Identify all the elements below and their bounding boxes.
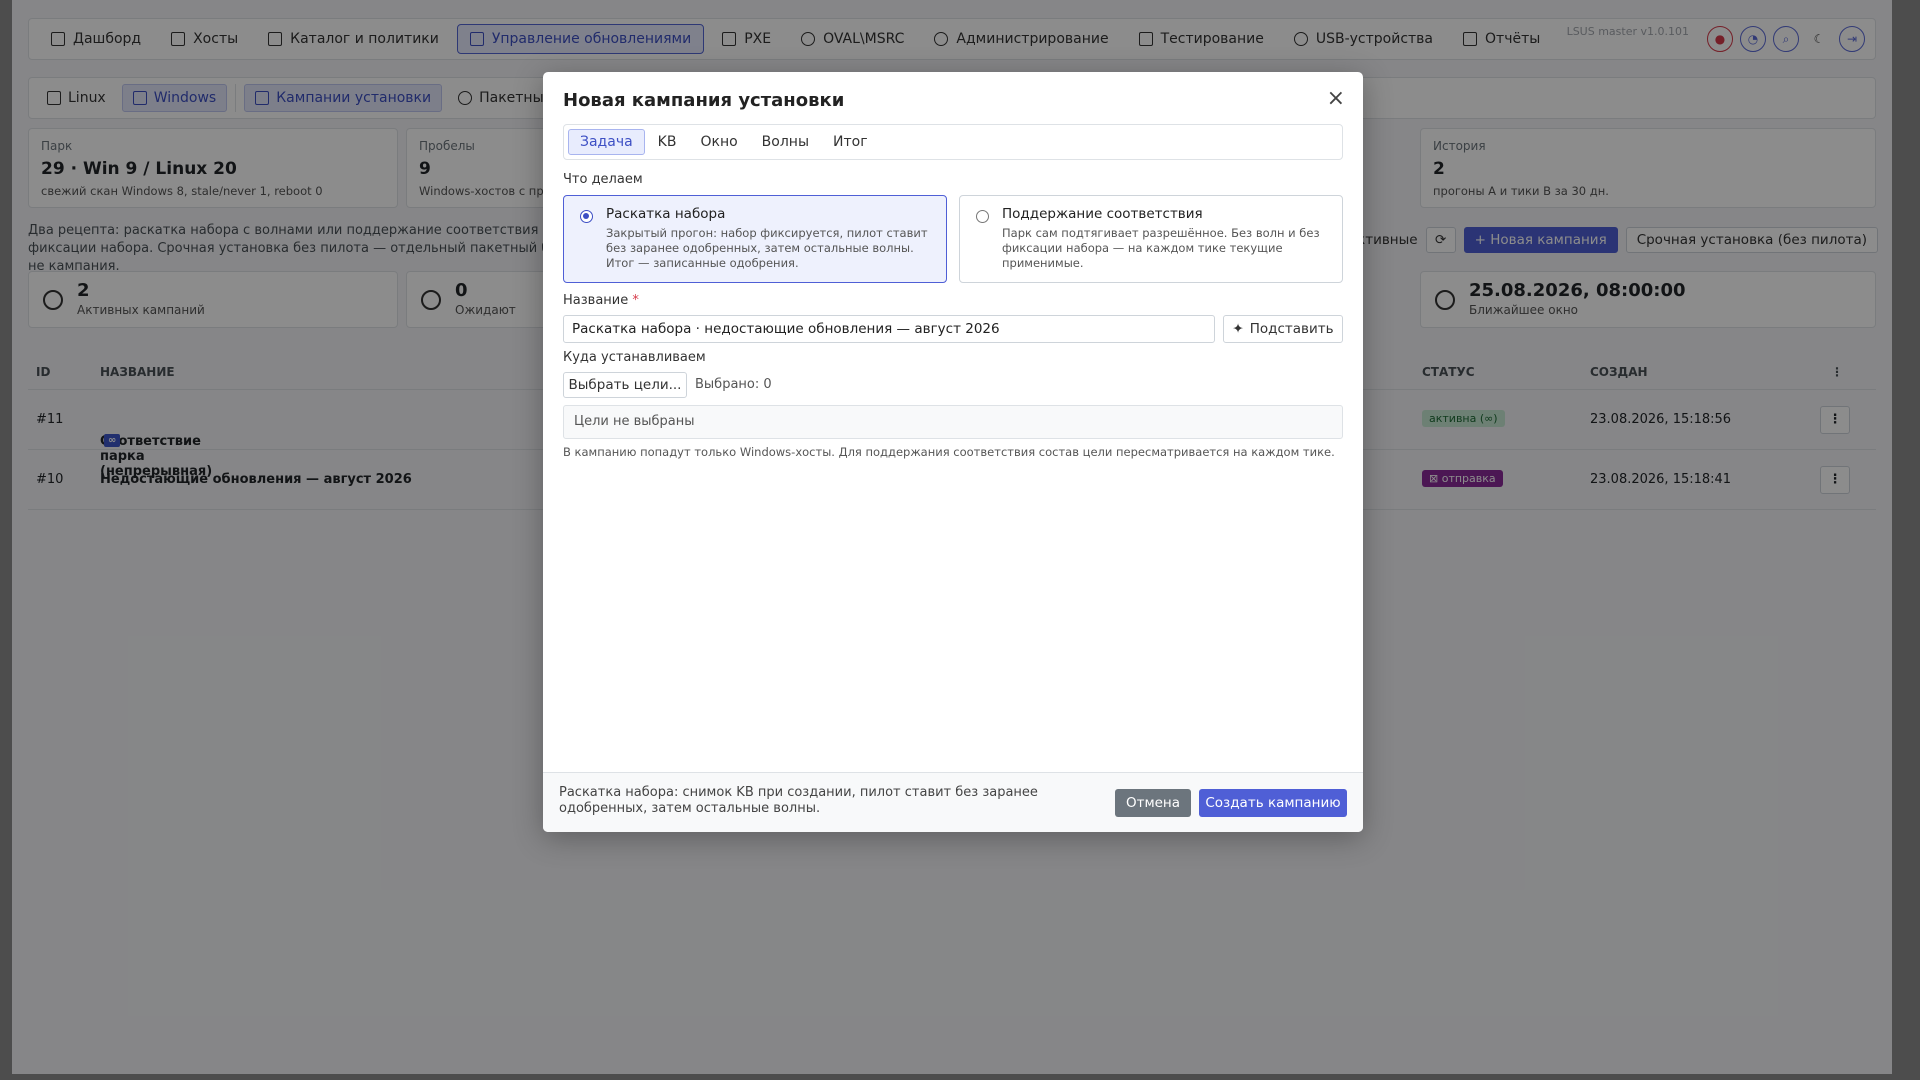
targets-list: Цели не выбраны [563,405,1343,439]
tab-waves[interactable]: Волны [751,129,820,155]
option-compliance[interactable]: Поддержание соответствия Парк сам подтяг… [959,195,1343,283]
dialog-tabs: Задача KB Окно Волны Итог [563,124,1343,160]
dialog-footer: Раскатка набора: снимок KB при создании,… [543,772,1363,832]
radio-rollout[interactable] [580,210,593,223]
what-label: Что делаем [563,172,643,187]
pick-targets-button[interactable]: Выбрать цели... [563,372,687,398]
footer-summary: Раскатка набора: снимок KB при создании,… [559,785,1038,816]
picked-count: Выбрано: 0 [695,377,772,392]
name-label: Название * [563,293,639,308]
option-rollout[interactable]: Раскатка набора Закрытый прогон: набор ф… [563,195,947,283]
sparkle-icon: ✦ [1232,321,1244,337]
target-label: Куда устанавливаем [563,350,706,365]
tab-summary[interactable]: Итог [822,129,879,155]
targets-hint: В кампанию попадут только Windows-хосты.… [563,445,1335,459]
tab-window[interactable]: Окно [689,129,748,155]
tab-task[interactable]: Задача [568,129,645,155]
radio-compliance[interactable] [976,210,989,223]
close-icon[interactable]: × [1327,88,1345,110]
create-campaign-button[interactable]: Создать кампанию [1199,789,1347,817]
campaign-name-input[interactable]: Раскатка набора · недостающие обновления… [563,315,1215,343]
tab-kb[interactable]: KB [647,129,688,155]
suggest-button[interactable]: ✦ Подставить [1223,315,1343,343]
dialog-title: Новая кампания установки [563,90,845,111]
cancel-button[interactable]: Отмена [1115,789,1191,817]
new-campaign-dialog: Новая кампания установки × Задача KB Окн… [543,72,1363,832]
